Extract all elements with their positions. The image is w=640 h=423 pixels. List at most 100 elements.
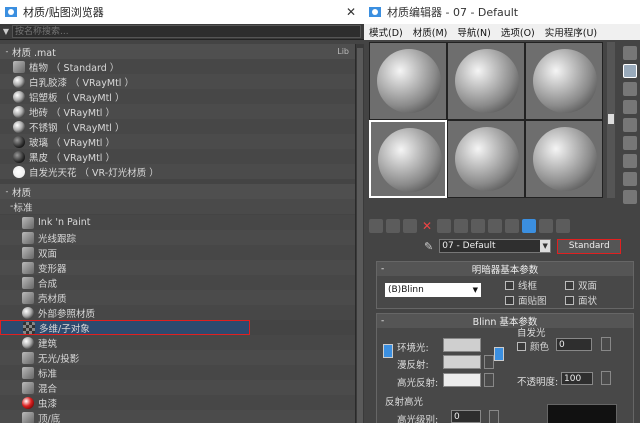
list-item[interactable]: 无光/投影 — [0, 350, 355, 365]
collapse-icon[interactable]: - — [381, 316, 384, 326]
editor-toolbar: ✕ — [369, 218, 619, 234]
lock-icon[interactable] — [383, 344, 393, 358]
uv-tiling-icon[interactable] — [623, 100, 637, 114]
material-thumbnail-icon — [13, 120, 25, 133]
list-item[interactable]: 双面 — [0, 245, 355, 260]
chevron-down-icon[interactable]: ▼ — [540, 240, 551, 252]
self-illum-spinner[interactable]: 0 — [556, 338, 592, 351]
menu-options[interactable]: 选项(O) — [496, 25, 540, 39]
face-map-checkbox[interactable]: 面贴图 — [505, 293, 547, 307]
self-illum-map-button[interactable] — [601, 337, 611, 351]
material-navigator-icon[interactable] — [623, 190, 637, 204]
group-header-standard[interactable]: - 标准 — [0, 199, 355, 214]
show-map-icon[interactable] — [505, 219, 519, 233]
close-icon[interactable]: ✕ — [338, 5, 364, 19]
eyedropper-icon[interactable]: ✎ — [424, 240, 433, 253]
menu-utilities[interactable]: 实用程序(U) — [540, 25, 602, 39]
menu-material[interactable]: 材质(M) — [408, 25, 453, 39]
scrollbar[interactable] — [355, 44, 364, 423]
ambient-color-swatch[interactable] — [443, 338, 481, 352]
list-item[interactable]: 外部参照材质 — [0, 305, 355, 320]
assign-material-icon[interactable] — [403, 219, 417, 233]
go-to-parent-icon[interactable] — [539, 219, 553, 233]
collapse-icon[interactable]: - — [2, 47, 12, 56]
put-to-scene-icon[interactable] — [386, 219, 400, 233]
list-item-label: 建筑 — [38, 338, 58, 350]
shader-select[interactable]: (B)Blinn ▼ — [385, 283, 481, 297]
two-sided-checkbox[interactable]: 双面 — [565, 278, 597, 292]
list-item[interactable]: 变形器 — [0, 260, 355, 275]
list-item[interactable]: 标准 — [0, 365, 355, 380]
sample-slot[interactable] — [369, 42, 447, 120]
list-item[interactable]: 不锈钢 （ VRayMtl ） — [0, 119, 355, 134]
chevron-down-icon[interactable]: ▼ — [0, 27, 12, 36]
specular-color-swatch[interactable] — [443, 373, 481, 387]
video-color-icon[interactable] — [623, 118, 637, 132]
browser-title: 材质/贴图浏览器 — [23, 6, 104, 19]
list-item[interactable]: 铝塑板 （ VRayMtl ） — [0, 89, 355, 104]
spec-level-map-button[interactable] — [489, 410, 499, 423]
list-item[interactable]: 合成 — [0, 275, 355, 290]
scrollbar-thumb[interactable] — [357, 48, 363, 423]
self-illum-color-checkbox[interactable]: 颜色 — [517, 339, 549, 353]
shader-panel-header[interactable]: - 明暗器基本参数 — [377, 262, 633, 276]
go-forward-icon[interactable] — [556, 219, 570, 233]
sample-slot[interactable] — [525, 120, 603, 198]
material-type-icon — [22, 276, 34, 289]
diffuse-color-swatch[interactable] — [443, 355, 481, 369]
opacity-spinner[interactable]: 100 — [561, 372, 593, 385]
search-input[interactable] — [12, 25, 361, 38]
opacity-map-button[interactable] — [601, 371, 611, 385]
diffuse-map-button[interactable] — [484, 355, 494, 369]
list-item[interactable]: 虫漆 — [0, 395, 355, 410]
background-icon[interactable] — [623, 82, 637, 96]
group-label: 标准 — [13, 202, 33, 214]
backlight-icon[interactable] — [623, 64, 637, 78]
list-item[interactable]: 建筑 — [0, 335, 355, 350]
sample-slot[interactable] — [447, 120, 525, 198]
blinn-panel-header[interactable]: - Blinn 基本参数 — [377, 314, 633, 328]
list-item[interactable]: 自发光天花 （ VR-灯光材质 ） — [0, 164, 355, 179]
group-header-materials[interactable]: - 材质 — [0, 184, 355, 199]
copy-material-icon[interactable] — [437, 219, 451, 233]
slot-scrollbar[interactable] — [607, 42, 615, 198]
scrollbar-thumb[interactable] — [608, 114, 614, 124]
menu-navigation[interactable]: 导航(N) — [452, 25, 496, 39]
list-item[interactable]: 混合 — [0, 380, 355, 395]
list-item[interactable]: 壳材质 — [0, 290, 355, 305]
sample-slot-active[interactable] — [369, 120, 447, 198]
specular-map-button[interactable] — [484, 373, 494, 387]
material-thumbnail-icon — [13, 165, 25, 178]
spec-level-spinner[interactable]: 0 — [451, 410, 481, 423]
collapse-icon[interactable]: - — [381, 264, 384, 274]
show-end-result-icon[interactable] — [522, 219, 536, 233]
reset-icon[interactable]: ✕ — [420, 219, 434, 233]
options-icon[interactable] — [623, 154, 637, 168]
collapse-icon[interactable]: - — [2, 187, 12, 196]
make-unique-icon[interactable] — [454, 219, 468, 233]
sample-slot[interactable] — [525, 42, 603, 120]
list-item[interactable]: 玻璃 （ VRayMtl ） — [0, 134, 355, 149]
sample-type-icon[interactable] — [623, 46, 637, 60]
menu-mode[interactable]: 模式(D) — [364, 25, 408, 39]
get-material-icon[interactable] — [369, 219, 383, 233]
put-to-library-icon[interactable] — [471, 219, 485, 233]
material-id-icon[interactable] — [488, 219, 502, 233]
list-item[interactable]: 地砖 （ VRayMtl ） — [0, 104, 355, 119]
material-name-field[interactable]: 07 - Default ▼ — [439, 239, 552, 253]
group-header-mat-library[interactable]: - 材质 .mat Lib — [0, 44, 355, 59]
list-item-selected[interactable]: 多维/子对象 — [0, 320, 250, 335]
preview-icon[interactable] — [623, 136, 637, 150]
list-item[interactable]: 光线跟踪 — [0, 230, 355, 245]
list-item[interactable]: 顶/底 — [0, 410, 355, 423]
list-item[interactable]: 白乳胶漆 （ VRayMtl ） — [0, 74, 355, 89]
list-item[interactable]: 植物 （ Standard ） — [0, 59, 355, 74]
wire-checkbox[interactable]: 线框 — [505, 278, 537, 292]
list-item[interactable]: 黑皮 （ VRayMtl ） — [0, 149, 355, 164]
lock-icon[interactable] — [494, 347, 504, 361]
sample-slot[interactable] — [447, 42, 525, 120]
faceted-checkbox[interactable]: 面状 — [565, 293, 597, 307]
material-type-button[interactable]: Standard — [557, 238, 622, 254]
select-by-material-icon[interactable] — [623, 172, 637, 186]
list-item[interactable]: Ink 'n Paint — [0, 215, 355, 230]
